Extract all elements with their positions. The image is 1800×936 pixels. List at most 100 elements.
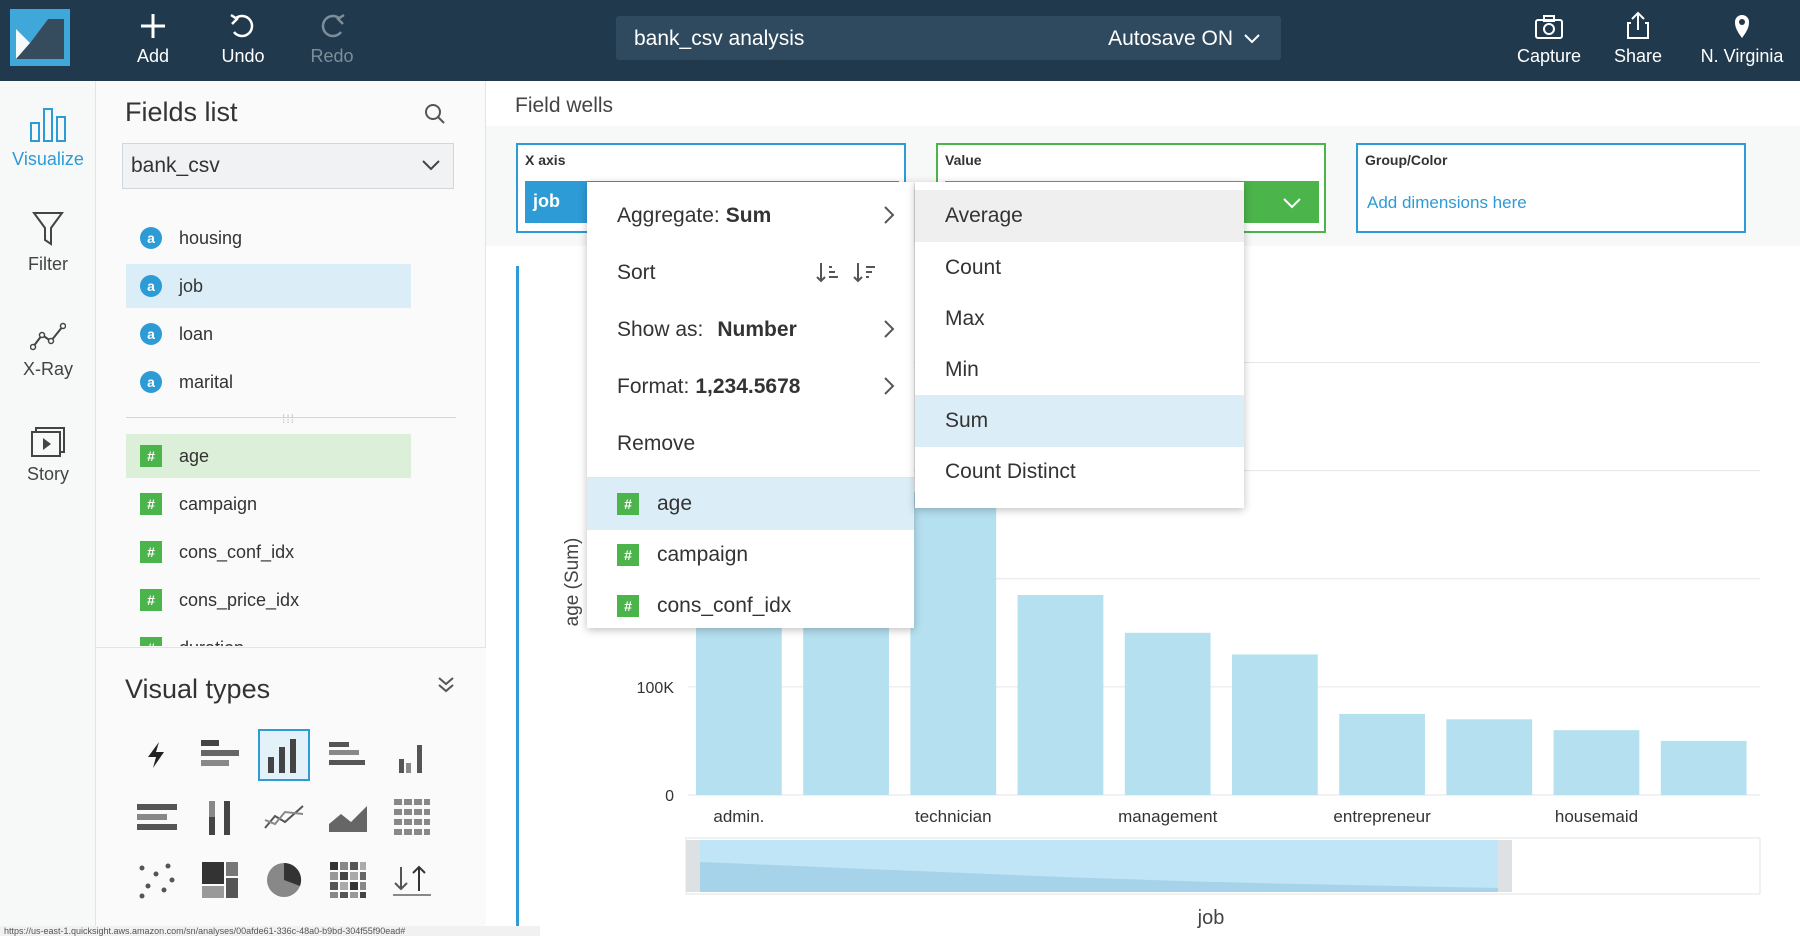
- capture-button[interactable]: Capture: [1509, 8, 1589, 72]
- menu-remove[interactable]: Remove: [587, 418, 914, 470]
- share-button[interactable]: Share: [1598, 8, 1678, 72]
- menu-show-as[interactable]: Show as: Number: [587, 304, 914, 356]
- fields-list-title: Fields list: [125, 97, 238, 127]
- double-chevron-down-icon[interactable]: [436, 676, 456, 694]
- measure-icon: #: [140, 493, 162, 515]
- chevron-right-icon: [884, 320, 895, 338]
- rail-filter[interactable]: Filter: [0, 202, 96, 275]
- menu-field-cons-conf-idx[interactable]: # cons_conf_idx: [587, 580, 914, 632]
- menu-field-age[interactable]: # age: [587, 478, 914, 530]
- group-color-well[interactable]: Group/Color Add dimensions here: [1356, 143, 1746, 233]
- analysis-title[interactable]: bank_csv analysis: [634, 27, 804, 51]
- region-selector[interactable]: N. Virginia: [1698, 8, 1786, 72]
- measure-icon: #: [140, 541, 162, 563]
- add-dimensions-link[interactable]: Add dimensions here: [1367, 193, 1527, 213]
- field-label: loan: [179, 323, 214, 344]
- undo-label: Undo: [221, 46, 265, 66]
- submenu-count-distinct[interactable]: Count Distinct: [915, 446, 1244, 498]
- clustered-bar-icon[interactable]: [322, 729, 374, 781]
- sort-label: Sort: [617, 261, 656, 284]
- show-as-value: Number: [717, 318, 797, 341]
- field-loan[interactable]: a loan: [126, 312, 411, 356]
- submenu-min[interactable]: Min: [915, 344, 1244, 396]
- field-label: marital: [179, 371, 234, 392]
- heat-map-icon[interactable]: [322, 854, 374, 906]
- chevron-down-icon[interactable]: [1282, 196, 1302, 210]
- xaxis-well-label: X axis: [525, 152, 566, 168]
- field-cons-conf-idx[interactable]: # cons_conf_idx: [126, 530, 411, 574]
- submenu-label: Max: [945, 307, 985, 330]
- tree-map-icon[interactable]: [194, 854, 246, 906]
- rail-xray[interactable]: X-Ray: [0, 307, 96, 380]
- field-job[interactable]: a job: [126, 264, 411, 308]
- rail-story[interactable]: Story: [0, 412, 96, 485]
- redo-label: Redo: [310, 46, 354, 66]
- vertical-bar-icon[interactable]: [258, 729, 310, 781]
- measure-icon: #: [140, 637, 162, 646]
- rail-visualize[interactable]: Visualize: [0, 97, 96, 170]
- format-value: 1,234.5678: [695, 375, 801, 398]
- stacked-column-icon[interactable]: [194, 791, 246, 843]
- resize-grip-icon[interactable]: ⁞⁞⁞: [282, 412, 295, 426]
- add-button[interactable]: Add: [113, 8, 193, 72]
- menu-format[interactable]: Format: 1,234.5678: [587, 361, 914, 413]
- field-marital[interactable]: a marital: [126, 360, 411, 404]
- remove-label: Remove: [617, 432, 696, 455]
- undo-button[interactable]: Undo: [203, 8, 283, 72]
- menu-field-label: age: [657, 492, 693, 515]
- area-chart-icon[interactable]: [322, 791, 374, 843]
- search-icon[interactable]: [424, 103, 446, 125]
- submenu-label: Sum: [945, 409, 989, 432]
- sort-ascending-icon[interactable]: [816, 261, 840, 285]
- line-chart-icon[interactable]: [258, 791, 310, 843]
- sort-descending-icon[interactable]: [853, 261, 877, 285]
- location-pin-icon: [1735, 15, 1749, 38]
- field-campaign[interactable]: # campaign: [126, 482, 411, 526]
- scatter-plot-icon[interactable]: [130, 854, 182, 906]
- menu-sort[interactable]: Sort: [587, 247, 914, 299]
- chevron-right-icon: [884, 206, 895, 224]
- sort-kpi-icon[interactable]: [386, 854, 438, 906]
- autosave-label: Autosave ON: [1108, 27, 1233, 50]
- horizontal-bar-icon[interactable]: [194, 729, 246, 781]
- field-label: cons_price_idx: [179, 589, 300, 610]
- fields-panel: Fields list bank_csv a housing a job a l…: [96, 81, 486, 936]
- left-rail: Visualize Filter X-Ray Story: [0, 81, 96, 936]
- pivot-table-icon[interactable]: [386, 791, 438, 843]
- share-icon: [1627, 11, 1649, 39]
- rail-xray-label: X-Ray: [22, 359, 73, 379]
- quicksight-logo[interactable]: [10, 9, 70, 66]
- field-label: duration: [179, 638, 244, 647]
- stacked-bar-icon[interactable]: [130, 791, 182, 843]
- status-bar-url: https://us-east-1.quicksight.aws.amazon.…: [0, 926, 540, 936]
- field-housing[interactable]: a housing: [126, 216, 411, 260]
- autograph-icon[interactable]: [130, 729, 182, 781]
- autosave-dropdown[interactable]: Autosave ON: [1108, 27, 1261, 51]
- submenu-sum[interactable]: Sum: [915, 395, 1244, 447]
- camera-icon: [1535, 15, 1563, 39]
- add-label: Add: [136, 46, 170, 66]
- menu-aggregate[interactable]: Aggregate: Sum: [587, 190, 914, 242]
- undo-icon: [230, 13, 254, 38]
- submenu-count[interactable]: Count: [915, 242, 1244, 294]
- group-color-well-label: Group/Color: [1365, 152, 1448, 168]
- visual-types-title: Visual types: [125, 674, 271, 704]
- funnel-icon: [32, 212, 64, 246]
- field-cons-price-idx[interactable]: # cons_price_idx: [126, 578, 411, 622]
- field-age[interactable]: # age: [126, 434, 411, 478]
- field-wells-label: Field wells: [515, 94, 614, 117]
- pie-chart-icon[interactable]: [258, 854, 310, 906]
- show-as-label: Show as:: [617, 318, 704, 341]
- clustered-column-icon[interactable]: [386, 729, 438, 781]
- dataset-select[interactable]: bank_csv: [122, 143, 454, 189]
- redo-button[interactable]: Redo: [292, 8, 372, 72]
- value-well-label: Value: [945, 152, 982, 168]
- field-duration[interactable]: # duration: [126, 626, 411, 646]
- field-label: housing: [179, 227, 243, 248]
- menu-field-campaign[interactable]: # campaign: [587, 529, 914, 581]
- submenu-average[interactable]: Average: [915, 190, 1244, 242]
- submenu-max[interactable]: Max: [915, 293, 1244, 345]
- analysis-title-box[interactable]: bank_csv analysis Autosave ON: [616, 16, 1281, 60]
- xray-insights-icon: [30, 322, 66, 351]
- visual-types-panel: Visual types: [96, 647, 486, 936]
